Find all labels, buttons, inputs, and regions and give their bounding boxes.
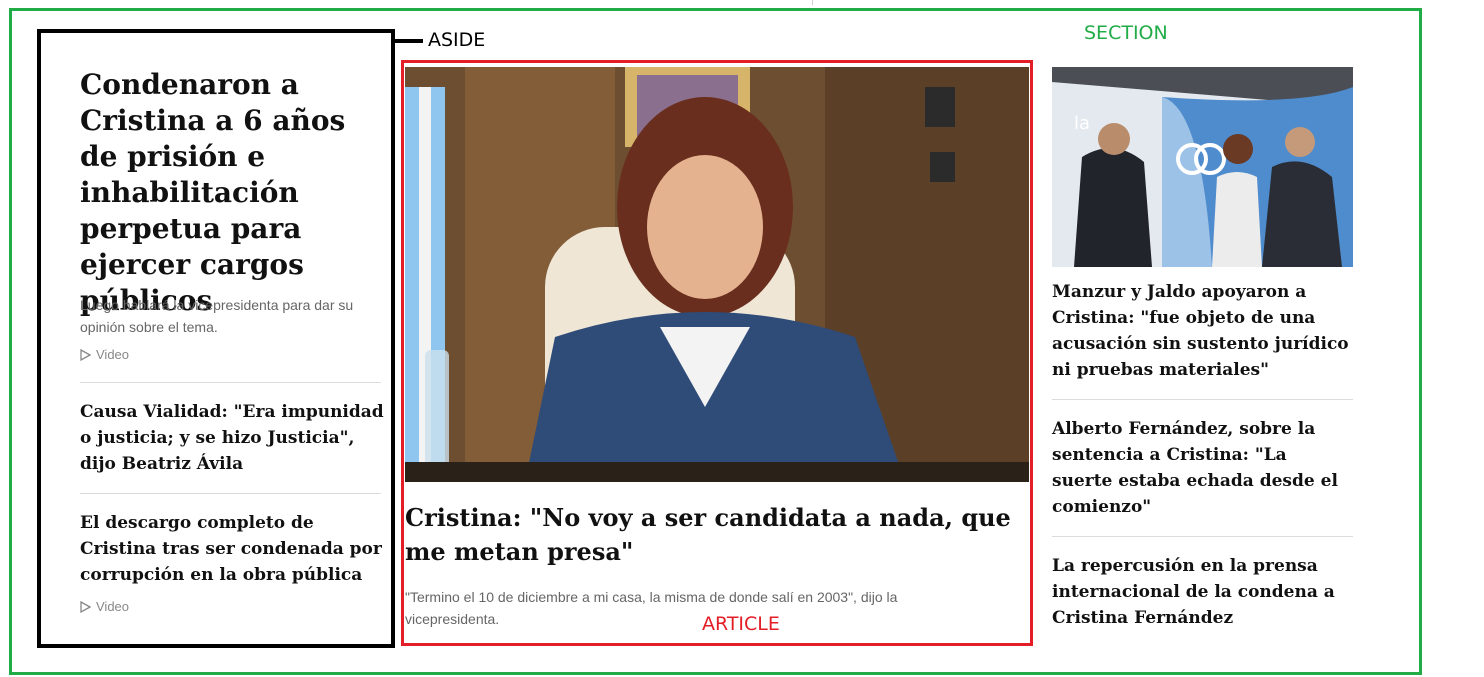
section-item-link[interactable]: Manzur y Jaldo apoyaron a Cristina: "fue… [1052,279,1352,383]
aside-label: ASIDE [428,29,486,51]
aside-summary: Luego hablará la vicepresidenta para dar… [80,297,354,335]
aside-video-tag[interactable]: Video [80,599,129,614]
section-label: SECTION [1084,22,1168,44]
photo-officials-event-icon: la [1052,67,1353,267]
article-image[interactable] [405,67,1029,482]
top-tick [812,0,813,5]
section-divider [1052,399,1353,400]
play-icon [80,348,91,361]
video-label: Video [96,599,130,614]
aside-connector-line [395,39,423,43]
play-icon [80,600,91,613]
aside-headline-link[interactable]: Condenaron a Cristina a 6 años de prisió… [80,67,385,319]
aside-divider [80,493,381,494]
aside-divider [80,382,381,383]
section-item-link[interactable]: La repercusión en la prensa internaciona… [1052,553,1352,631]
aside-item-link[interactable]: El descargo completo de Cristina tras se… [80,510,385,588]
section-divider [1052,536,1353,537]
photo-cristina-speech-icon [405,67,1029,482]
article-summary: "Termino el 10 de diciembre a mi casa, l… [405,589,898,627]
video-label: Video [96,347,130,362]
aside-item-link[interactable]: Causa Vialidad: "Era impunidad o justici… [80,399,385,477]
side-image-text: la [1074,113,1090,134]
section-item-link[interactable]: Alberto Fernández, sobre la sentencia a … [1052,416,1352,520]
article-label: ARTICLE [702,613,780,635]
aside-video-tag[interactable]: Video [80,347,129,362]
side-image[interactable]: la [1052,67,1353,267]
article-headline-link[interactable]: Cristina: "No voy a ser candidata a nada… [405,501,1029,569]
